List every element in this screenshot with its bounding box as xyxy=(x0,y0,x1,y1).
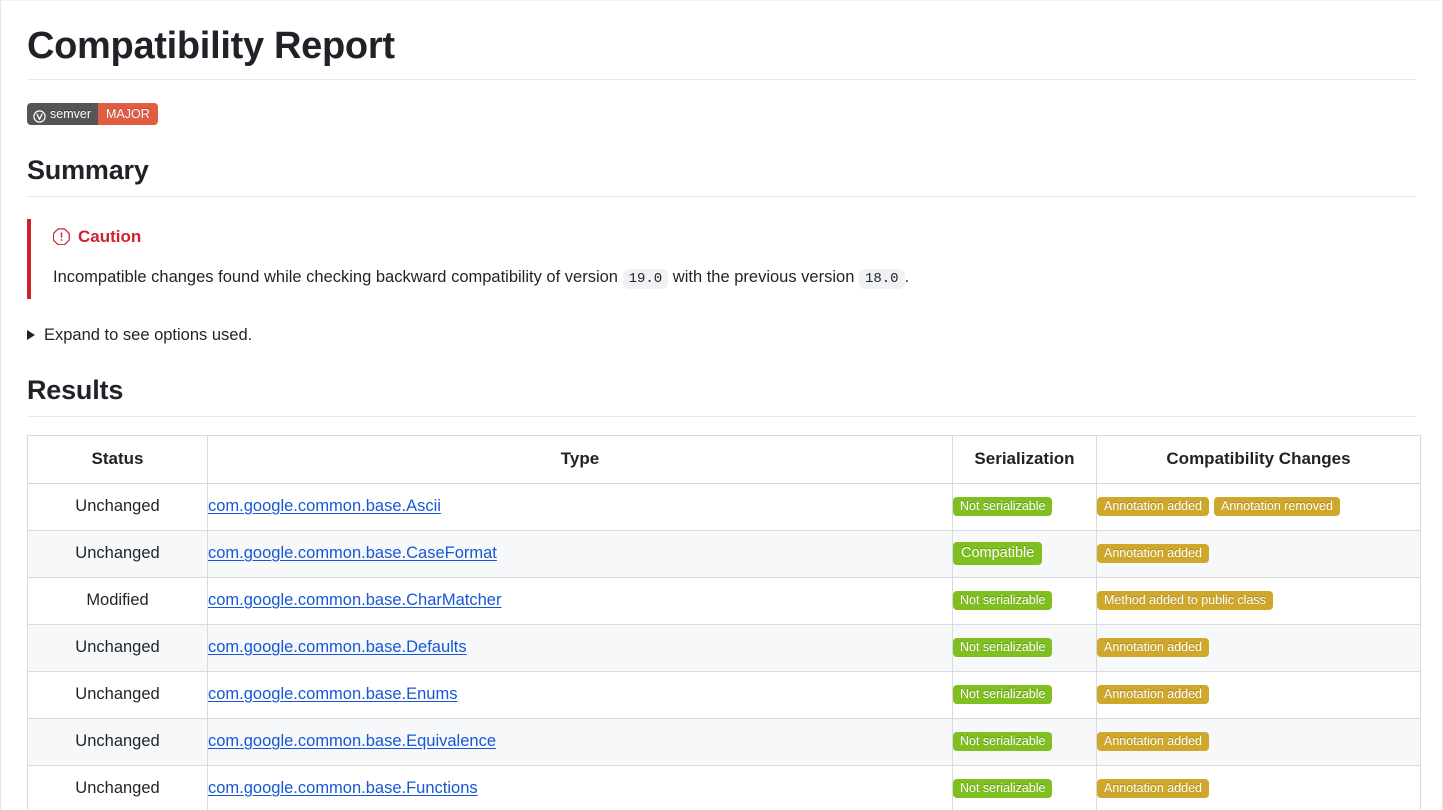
cell-type: com.google.common.base.CaseFormat xyxy=(207,529,953,578)
serialization-badge: Not serializable xyxy=(953,590,1053,611)
octagon-alert-icon xyxy=(53,228,70,245)
cell-type: com.google.common.base.Functions xyxy=(207,764,953,810)
report-page: Compatibility Report semver MAJOR Summar… xyxy=(0,0,1443,810)
cell-serialization: Not serializable xyxy=(952,623,1097,672)
semver-badge-left: semver xyxy=(27,103,98,126)
chevron-right-icon xyxy=(27,330,35,341)
cell-serialization: Not serializable xyxy=(952,576,1097,625)
options-details-summary: Expand to see options used. xyxy=(44,326,253,345)
cell-type: com.google.common.base.Defaults xyxy=(207,623,953,672)
change-badge: Annotation added xyxy=(1097,778,1210,799)
serialization-badge: Not serializable xyxy=(953,778,1053,799)
alert-text-after: . xyxy=(904,268,910,287)
semver-badge-left-label: semver xyxy=(50,107,91,122)
cell-serialization: Not serializable xyxy=(952,717,1097,766)
cell-serialization: Not serializable xyxy=(952,482,1097,531)
cell-serialization: Not serializable xyxy=(952,670,1097,719)
semver-circle-v-icon xyxy=(33,108,46,123)
summary-heading: Summary xyxy=(27,154,1416,197)
type-link[interactable]: com.google.common.base.CharMatcher xyxy=(208,591,501,609)
cell-type: com.google.common.base.Enums xyxy=(207,670,953,719)
cell-type: com.google.common.base.CharMatcher xyxy=(207,576,953,625)
results-table-head: Status Type Serialization Compatibility … xyxy=(27,434,1421,484)
page-title: Compatibility Report xyxy=(27,23,1416,81)
cell-type: com.google.common.base.Equivalence xyxy=(207,717,953,766)
change-badge: Annotation added xyxy=(1097,637,1210,658)
cell-status: Modified xyxy=(27,576,208,625)
cell-status: Unchanged xyxy=(27,529,208,578)
cell-status: Unchanged xyxy=(27,482,208,531)
table-row: Unchanged com.google.common.base.Defaults… xyxy=(27,623,1421,672)
cell-compatibility-changes: Annotation added Annotation removed xyxy=(1096,482,1421,531)
cell-status: Unchanged xyxy=(27,764,208,810)
type-link[interactable]: com.google.common.base.Equivalence xyxy=(208,732,496,750)
caution-alert-header: Caution xyxy=(53,225,1416,249)
cell-compatibility-changes: Method added to public class xyxy=(1096,576,1421,625)
change-badge: Annotation added xyxy=(1097,731,1210,752)
type-link[interactable]: com.google.common.base.Ascii xyxy=(208,497,441,515)
table-row: Unchanged com.google.common.base.Ascii Not… xyxy=(27,482,1421,531)
serialization-badge: Not serializable xyxy=(953,731,1053,752)
cell-compatibility-changes: Annotation added xyxy=(1096,764,1421,810)
results-table-body: Unchanged com.google.common.base.Ascii Not… xyxy=(27,482,1421,810)
caution-alert: Caution Incompatible changes found while… xyxy=(27,218,1416,300)
alert-text-before: Incompatible changes found while checkin… xyxy=(53,268,618,287)
cell-serialization: Not serializable xyxy=(952,764,1097,810)
caution-alert-label: Caution xyxy=(78,226,142,246)
change-badge: Annotation added xyxy=(1097,496,1210,517)
column-header-status[interactable]: Status xyxy=(27,434,208,484)
results-table: Status Type Serialization Compatibility … xyxy=(27,434,1421,810)
options-details-toggle[interactable]: Expand to see options used. xyxy=(27,323,1416,348)
cell-serialization: Compatible xyxy=(952,529,1097,578)
type-link[interactable]: com.google.common.base.Enums xyxy=(208,685,457,703)
serialization-badge: Not serializable xyxy=(953,684,1053,705)
type-link[interactable]: com.google.common.base.Functions xyxy=(208,779,478,797)
cell-compatibility-changes: Annotation added xyxy=(1096,623,1421,672)
table-row: Unchanged com.google.common.base.Equivale… xyxy=(27,717,1421,766)
cell-status: Unchanged xyxy=(27,670,208,719)
cell-compatibility-changes: Annotation added xyxy=(1096,529,1421,578)
change-badge: Method added to public class xyxy=(1097,590,1273,611)
alert-text-middle: with the previous version xyxy=(672,268,855,287)
serialization-badge: Compatible xyxy=(953,541,1043,566)
column-header-serialization[interactable]: Serialization xyxy=(952,434,1097,484)
change-badge: Annotation removed xyxy=(1214,496,1340,517)
cell-compatibility-changes: Annotation added xyxy=(1096,717,1421,766)
cell-status: Unchanged xyxy=(27,717,208,766)
results-heading: Results xyxy=(27,374,1416,417)
table-row: Modified com.google.common.base.CharMatch… xyxy=(27,576,1421,625)
cell-compatibility-changes: Annotation added xyxy=(1096,670,1421,719)
semver-major-badge[interactable]: semver MAJOR xyxy=(27,103,158,126)
cell-status: Unchanged xyxy=(27,623,208,672)
serialization-badge: Not serializable xyxy=(953,496,1053,517)
table-row: Unchanged com.google.common.base.Function… xyxy=(27,764,1421,810)
semver-badge-right-label: MAJOR xyxy=(97,103,158,126)
type-link[interactable]: com.google.common.base.CaseFormat xyxy=(208,544,497,562)
cell-type: com.google.common.base.Ascii xyxy=(207,482,953,531)
table-header-row: Status Type Serialization Compatibility … xyxy=(27,434,1421,484)
version-old-code: 18.0 xyxy=(858,269,905,290)
serialization-badge: Not serializable xyxy=(953,637,1053,658)
change-badge: Annotation added xyxy=(1097,684,1210,705)
column-header-compatibility-changes[interactable]: Compatibility Changes xyxy=(1096,434,1421,484)
table-row: Unchanged com.google.common.base.Enums Not… xyxy=(27,670,1421,719)
change-badge: Annotation added xyxy=(1097,543,1210,564)
caution-alert-body: Incompatible changes found while checkin… xyxy=(53,265,1416,291)
type-link[interactable]: com.google.common.base.Defaults xyxy=(208,638,467,656)
table-row: Unchanged com.google.common.base.CaseForm… xyxy=(27,529,1421,578)
column-header-type[interactable]: Type xyxy=(207,434,953,484)
version-new-code: 19.0 xyxy=(622,269,669,290)
